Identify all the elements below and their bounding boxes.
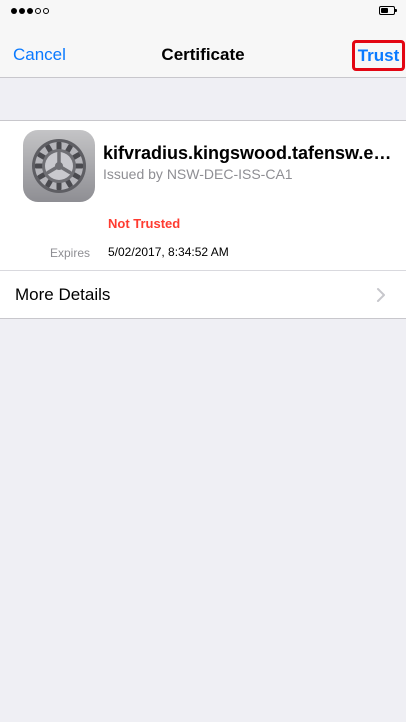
trust-status-label: Not Trusted [108, 216, 181, 231]
navigation-bar: Cancel Certificate Trust [0, 22, 406, 78]
more-details-label: More Details [15, 285, 111, 304]
certificate-summary: kifvradius.kingswood.tafensw.e… Issued b… [0, 120, 406, 270]
certificate-issuer: Issued by NSW-DEC-ISS-CA1 [103, 166, 293, 182]
signal-strength-icon [11, 8, 49, 15]
certificate-name: kifvradius.kingswood.tafensw.e… [103, 143, 392, 163]
status-bar [0, 0, 406, 22]
gear-icon [23, 130, 95, 202]
expires-label: Expires [50, 246, 91, 260]
trust-button[interactable]: Trust [352, 40, 405, 71]
certificate-screen: Cancel Certificate Trust kifvradius.king… [0, 0, 406, 722]
more-details-row[interactable]: More Details [0, 270, 406, 319]
chevron-right-icon [377, 288, 385, 302]
battery-icon [379, 6, 397, 15]
page-title: Certificate [161, 45, 245, 64]
expires-value: 5/02/2017, 8:34:52 AM [108, 245, 229, 259]
